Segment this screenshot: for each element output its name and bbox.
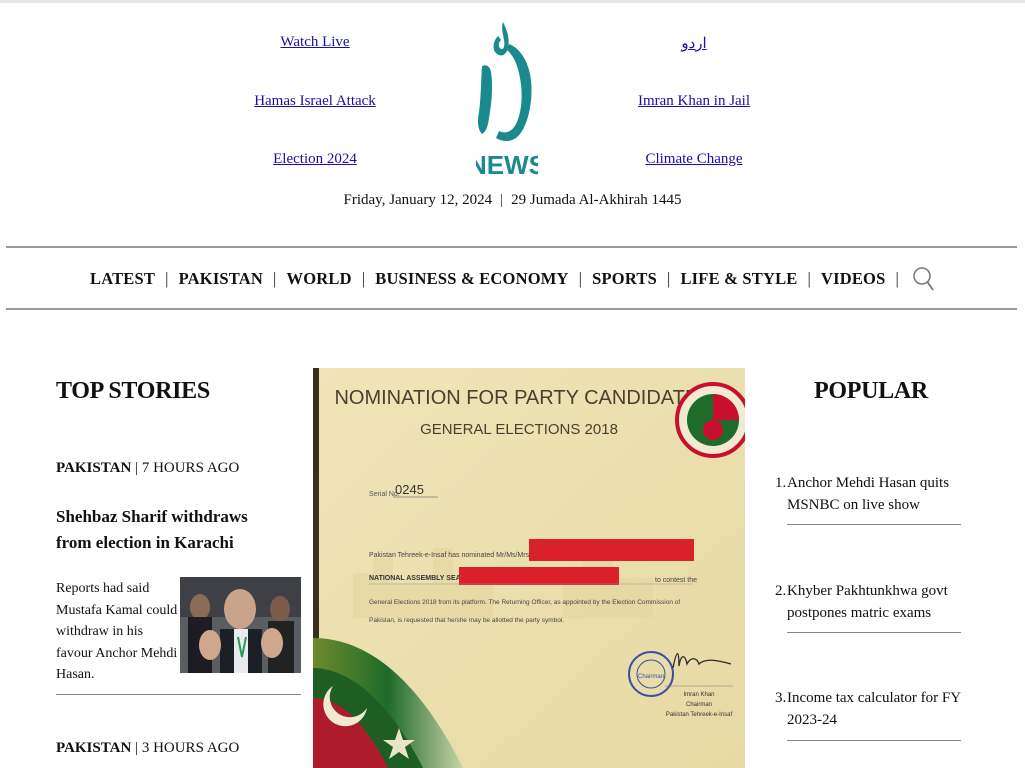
hijri-date: 29 Jumada Al-Akhirah 1445 — [511, 192, 682, 208]
doc-title: NOMINATION FOR PARTY CANDIDATES — [334, 387, 711, 409]
watch-live-link[interactable]: Watch Live — [280, 34, 349, 51]
serial-value: 0245 — [395, 482, 424, 497]
popular-item-link[interactable]: Anchor Mehdi Hasan quits MSNBC on live s… — [787, 472, 962, 516]
story-thumbnail-image[interactable] — [180, 577, 301, 673]
nav-business-economy[interactable]: BUSINESS & ECONOMY — [373, 269, 570, 289]
popular-divider — [787, 524, 961, 525]
election-2024-link[interactable]: Election 2024 — [273, 151, 357, 168]
popular-divider — [787, 740, 961, 741]
top-border — [0, 0, 1025, 3]
redaction-bar — [459, 567, 619, 585]
story-time: 3 HOURS AGO — [141, 740, 240, 756]
imran-khan-in-jail-link[interactable]: Imran Khan in Jail — [638, 93, 750, 110]
popular-item[interactable]: 1. Anchor Mehdi Hasan quits MSNBC on liv… — [775, 472, 975, 516]
doc-body-line1: General Elections 2018 from its platform… — [369, 599, 680, 606]
nav-sports[interactable]: SPORTS — [590, 269, 659, 289]
popular-title: POPULAR — [814, 378, 928, 404]
story-headline[interactable]: Shehbaz Sharif withdraws from election i… — [56, 504, 271, 556]
search-icon[interactable] — [911, 265, 937, 293]
signatory-org: Pakistan Tehreek-e-Insaf — [666, 712, 733, 718]
popular-item-number: 2. — [775, 583, 787, 599]
hamas-israel-attack-link[interactable]: Hamas Israel Attack — [254, 93, 376, 110]
popular-item-number: 1. — [775, 475, 787, 491]
popular-item-link[interactable]: Khyber Pakhtunkhwa govt postpones matric… — [787, 580, 962, 624]
doc-body-line2: Pakistan, is requested that he/she may b… — [369, 617, 564, 624]
logo-news-text: NEWS — [476, 150, 538, 178]
redaction-bar — [529, 539, 694, 561]
nav-world[interactable]: WORLD — [285, 269, 354, 289]
story-section-link[interactable]: PAKISTAN — [56, 740, 131, 756]
climate-change-link[interactable]: Climate Change — [645, 151, 742, 168]
aaj-news-logo[interactable]: NEWS — [476, 18, 538, 178]
date-separator: | — [500, 192, 504, 208]
stamp-text: Chairman — [638, 674, 664, 680]
main-nav: LATEST | PAKISTAN | WORLD | BUSINESS & E… — [0, 264, 1025, 294]
nav-separator: | — [273, 269, 277, 288]
nomination-document-image[interactable]: NOMINATION FOR PARTY CANDIDATES GENERAL … — [313, 368, 745, 768]
nav-separator: | — [578, 269, 583, 288]
popular-item[interactable]: 2. Khyber Pakhtunkhwa govt postpones mat… — [775, 580, 975, 624]
pti-emblem-icon — [675, 382, 745, 458]
nav-life-style[interactable]: LIFE & STYLE — [678, 269, 799, 289]
nav-separator: | — [895, 269, 899, 288]
signatory-role: Chairman — [686, 702, 712, 708]
nav-pakistan[interactable]: PAKISTAN — [177, 269, 265, 289]
nav-separator: | — [361, 269, 366, 288]
story-divider — [56, 694, 301, 695]
nomination-line: Pakistan Tehreek-e-Insaf has nominated M… — [369, 552, 530, 559]
story-category: PAKISTAN | 3 HOURS AGO — [56, 740, 240, 756]
nav-bottom-rule — [6, 308, 1017, 310]
story-excerpt: Reports had said Mustafa Kamal could wit… — [56, 581, 178, 682]
nav-videos[interactable]: VIDEOS — [819, 269, 887, 289]
popular-divider — [787, 632, 961, 633]
story-time: 7 HOURS AGO — [141, 460, 240, 476]
story-section-link[interactable]: PAKISTAN — [56, 460, 131, 476]
seat-label: NATIONAL ASSEMBLY SEAT # — [369, 575, 470, 582]
urdu-link[interactable]: اردو — [681, 34, 706, 53]
popular-item-number: 3. — [775, 690, 787, 706]
nav-separator: | — [807, 269, 811, 288]
nav-top-rule — [6, 246, 1017, 248]
dateline: Friday, January 12, 2024 | 29 Jumada Al-Ak… — [0, 192, 1025, 209]
popular-item-link[interactable]: Income tax calculator for FY 2023-24 — [787, 687, 962, 731]
top-stories-title: TOP STORIES — [56, 378, 210, 404]
nav-separator: | — [165, 269, 169, 288]
nav-separator: | — [666, 269, 671, 288]
story-category: PAKISTAN | 7 HOURS AGO — [56, 460, 240, 476]
gregorian-date: Friday, January 12, 2024 — [343, 192, 493, 208]
signatory-name: Imran Khan — [683, 692, 714, 698]
popular-item[interactable]: 3. Income tax calculator for FY 2023-24 — [775, 687, 975, 731]
doc-subtitle: GENERAL ELECTIONS 2018 — [420, 421, 618, 438]
nav-latest[interactable]: LATEST — [88, 269, 157, 289]
seat-suffix: to contest the — [655, 577, 697, 584]
